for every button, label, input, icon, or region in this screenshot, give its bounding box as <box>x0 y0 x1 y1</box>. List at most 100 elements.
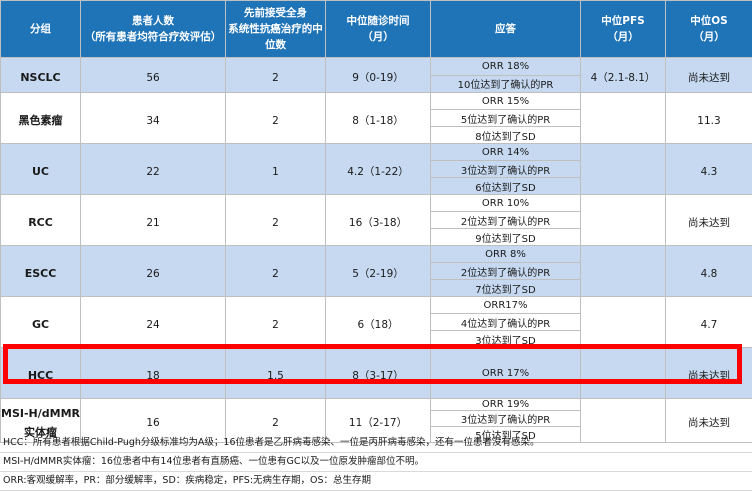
cell-prior: 1.5 <box>226 348 326 399</box>
header-pfs: 中位PFS （月） <box>581 1 666 58</box>
response-line: ORR 14% <box>431 144 580 160</box>
cell-prior-text: 2 <box>272 417 279 429</box>
response-line: 6位达到了SD <box>431 177 580 194</box>
cell-followup: 4.2（1-22） <box>326 144 431 195</box>
cell-followup: 9（0-19） <box>326 58 431 93</box>
cell-prior-text: 1.5 <box>267 370 284 382</box>
cell-prior: 2 <box>226 58 326 93</box>
cell-followup: 5（2-19） <box>326 246 431 297</box>
response-line: 2位达到了确认的PR <box>431 211 580 228</box>
cell-group: RCC <box>1 195 81 246</box>
cell-prior: 2 <box>226 195 326 246</box>
response-line: ORR 10% <box>431 195 580 211</box>
cell-group: GC <box>1 297 81 348</box>
cell-os: 尚未达到 <box>666 58 752 93</box>
cell-patients-text: 22 <box>146 166 159 178</box>
cell-prior-text: 1 <box>272 166 279 178</box>
cell-patients: 22 <box>81 144 226 195</box>
header-group: 分组 <box>1 1 81 58</box>
cell-pfs <box>581 297 666 348</box>
cell-prior-text: 2 <box>272 72 279 84</box>
cell-followup: 8（1-18） <box>326 93 431 144</box>
cell-followup-text: 4.2（1-22） <box>347 166 409 178</box>
cell-followup: 16（3-18） <box>326 195 431 246</box>
cell-os-text: 11.3 <box>697 115 720 127</box>
response-line: 3位达到了确认的PR <box>431 410 580 426</box>
response-line: ORR 15% <box>431 93 580 109</box>
response-line: 10位达到了确认的PR <box>431 75 580 93</box>
cell-followup: 8（3-17） <box>326 348 431 399</box>
cell-prior-text: 2 <box>272 268 279 280</box>
cell-patients-text: 18 <box>146 370 159 382</box>
response-line: ORR 17% <box>431 348 580 398</box>
cell-os: 尚未达到 <box>666 195 752 246</box>
response-line: ORR 18% <box>431 58 580 75</box>
cell-patients-text: 34 <box>146 115 159 127</box>
cell-response: ORR 17% <box>431 348 581 399</box>
footnote-msi: MSI-H/dMMR实体瘤：16位患者中有14位患者有直肠癌、一位患有GC以及一… <box>0 453 752 472</box>
cell-group: HCC <box>1 348 81 399</box>
cell-patients-text: 16 <box>146 417 159 429</box>
cell-pfs <box>581 144 666 195</box>
cell-patients-text: 24 <box>146 319 159 331</box>
cell-followup-text: 8（1-18） <box>352 115 404 127</box>
cell-prior: 2 <box>226 93 326 144</box>
cell-os: 4.8 <box>666 246 752 297</box>
cell-prior-text: 2 <box>272 217 279 229</box>
cell-group-text: GC <box>32 318 49 331</box>
cell-patients: 56 <box>81 58 226 93</box>
cell-patients: 24 <box>81 297 226 348</box>
cell-group-text: RCC <box>28 216 53 229</box>
cell-response: ORR 15%5位达到了确认的PR8位达到了SD <box>431 93 581 144</box>
header-followup: 中位随诊时间 （月） <box>326 1 431 58</box>
response-line: 2位达到了确认的PR <box>431 262 580 279</box>
table-row: GC 24 2 6（18） ORR17%4位达到了确认的PR3位达到了SD 4.7 <box>1 297 752 348</box>
response-line: 4位达到了确认的PR <box>431 313 580 330</box>
table-row: HCC 18 1.5 8（3-17） ORR 17% 尚未达到 <box>1 348 752 399</box>
cell-patients-text: 26 <box>146 268 159 280</box>
cell-prior-text: 2 <box>272 319 279 331</box>
cell-patients: 34 <box>81 93 226 144</box>
cell-os: 尚未达到 <box>666 348 752 399</box>
response-line: ORR17% <box>431 297 580 313</box>
cell-response: ORR 18%10位达到了确认的PR <box>431 58 581 93</box>
cell-group: NSCLC <box>1 58 81 93</box>
cell-os: 11.3 <box>666 93 752 144</box>
cell-patients: 18 <box>81 348 226 399</box>
table-row: ESCC2625（2-19）ORR 8%2位达到了确认的PR7位达到了SD4.8 <box>1 246 752 297</box>
header-row: 分组 患者人数 （所有患者均符合疗效评估） 先前接受全身 系统性抗癌治疗的中 位… <box>1 1 752 58</box>
cell-group-text: ESCC <box>25 267 57 280</box>
response-line: ORR 19% <box>431 399 580 410</box>
header-patients: 患者人数 （所有患者均符合疗效评估） <box>81 1 226 58</box>
cell-group-text: HCC <box>28 369 53 382</box>
cell-followup-text: 6（18） <box>357 319 398 331</box>
cell-group: ESCC <box>1 246 81 297</box>
response-line: 5位达到了确认的PR <box>431 109 580 126</box>
cell-group: 黑色素瘤 <box>1 93 81 144</box>
response-line: 3位达到了确认的PR <box>431 160 580 177</box>
header-os: 中位OS （月） <box>666 1 752 58</box>
cell-pfs: 4（2.1-8.1） <box>581 58 666 93</box>
cell-os-text: 尚未达到 <box>688 370 730 382</box>
response-line: 9位达到了SD <box>431 228 580 245</box>
cell-prior: 1 <box>226 144 326 195</box>
cell-os-text: 4.3 <box>701 166 718 178</box>
cell-followup-text: 8（3-17） <box>352 370 404 382</box>
cell-pfs <box>581 195 666 246</box>
cell-response: ORR17%4位达到了确认的PR3位达到了SD <box>431 297 581 348</box>
cell-os-text: 尚未达到 <box>688 72 730 84</box>
cell-os-text: 4.7 <box>701 319 718 331</box>
cell-group: UC <box>1 144 81 195</box>
cell-followup-text: 16（3-18） <box>349 217 407 229</box>
cell-followup-text: 11（2-17） <box>349 417 407 429</box>
cell-patients: 26 <box>81 246 226 297</box>
table-row: UC 22 1 4.2（1-22） ORR 14%3位达到了确认的PR6位达到了SD 4.… <box>1 144 752 195</box>
cell-os-text: 尚未达到 <box>688 417 730 429</box>
cell-prior: 2 <box>226 297 326 348</box>
table-row: 黑色素瘤 34 2 8（1-18） ORR 15%5位达到了确认的PR8位达到了SD 11… <box>1 93 752 144</box>
cell-followup-text: 9（0-19） <box>352 72 404 84</box>
cell-os-text: 尚未达到 <box>688 217 730 229</box>
response-line: 3位达到了SD <box>431 330 580 347</box>
cell-response: ORR 10%2位达到了确认的PR9位达到了SD <box>431 195 581 246</box>
cell-patients-text: 56 <box>146 72 159 84</box>
